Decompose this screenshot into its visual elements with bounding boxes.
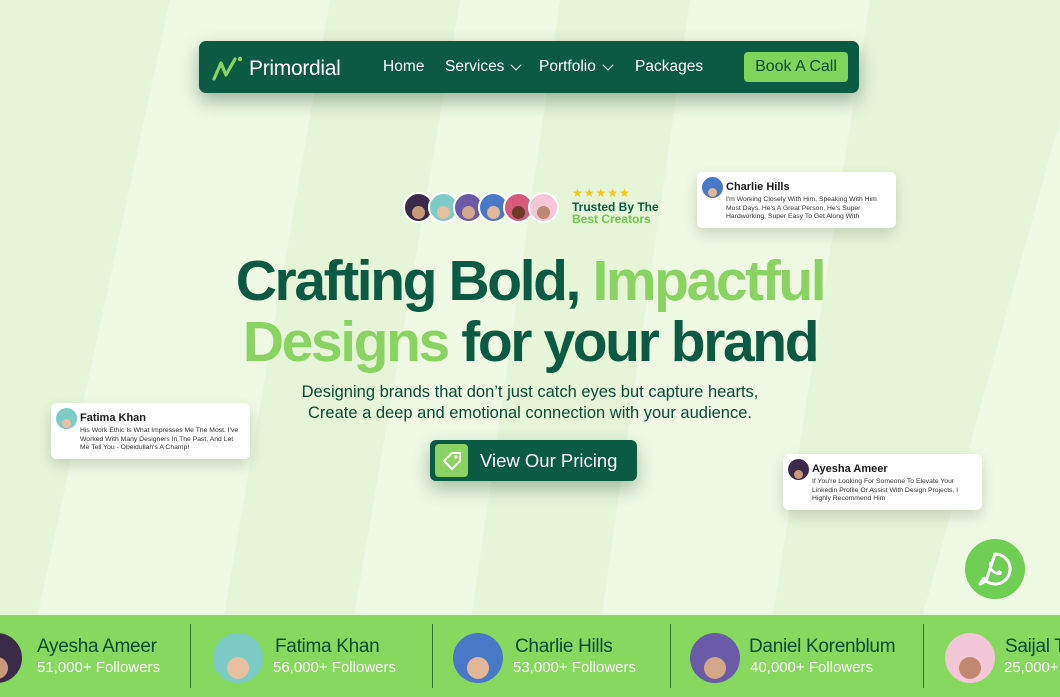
testimonial-card: Charlie Hills I'm Working Closely With H… xyxy=(697,172,896,228)
price-tag-icon xyxy=(435,444,468,477)
creator-name: Ayesha Ameer xyxy=(37,636,157,657)
creator-name: Charlie Hills xyxy=(515,636,613,657)
testimonial-name: Fatima Khan xyxy=(80,412,147,424)
testimonial-name: Charlie Hills xyxy=(726,181,790,193)
creator-strip: Ayesha Ameer 51,000+ Followers Fatima Kh… xyxy=(0,615,1060,697)
headline-accent-text: Designs xyxy=(242,310,450,374)
hero-subtitle-line1: Designing brands that don’t just catch e… xyxy=(301,383,759,401)
view-pricing-label: View Our Pricing xyxy=(480,449,618,471)
hero-headline-line1: Crafting Bold, Impactful xyxy=(0,253,1060,310)
avatar xyxy=(56,408,77,429)
creator-name: Fatima Khan xyxy=(275,636,380,657)
brand-name: Primordial xyxy=(249,57,341,80)
view-pricing-button[interactable]: View Our Pricing xyxy=(430,440,637,481)
testimonial-quote: I'm Working Closely With Him, Speaking W… xyxy=(726,196,877,220)
creator-followers: 51,000+ Followers xyxy=(37,659,160,676)
nav-services[interactable]: Services xyxy=(445,58,523,76)
testimonial-name: Ayesha Ameer xyxy=(812,463,888,475)
hero-headline-line2: Designs for your brand xyxy=(0,314,1060,371)
avatar xyxy=(945,633,995,683)
rating-stars: ★★★★★ xyxy=(572,186,631,200)
divider xyxy=(923,624,924,688)
divider xyxy=(190,624,191,688)
nav-portfolio[interactable]: Portfolio xyxy=(539,58,614,76)
avatar xyxy=(702,177,723,198)
nav-portfolio-label: Portfolio xyxy=(539,58,596,75)
divider xyxy=(670,624,671,688)
primordial-logo-icon xyxy=(212,56,243,81)
whatsapp-icon xyxy=(978,552,1012,586)
creator-avatar-group xyxy=(403,192,559,223)
testimonial-card: Ayesha Ameer If You're Looking For Someo… xyxy=(783,454,982,510)
avatar xyxy=(690,633,740,683)
book-a-call-button[interactable]: Book A Call xyxy=(744,52,848,82)
creator-name: Saijal T xyxy=(1005,636,1060,657)
nav-home[interactable]: Home xyxy=(383,58,424,76)
chevron-down-icon xyxy=(510,58,523,71)
testimonial-quote: If You're Looking For Someone To Elevate… xyxy=(812,478,959,502)
creator-followers: 53,000+ Followers xyxy=(513,659,636,676)
testimonial-card: Fatima Khan His Work Ethic Is What Impre… xyxy=(51,403,250,459)
nav-packages-label: Packages xyxy=(635,58,704,75)
nav-packages[interactable]: Packages xyxy=(635,58,703,76)
brand-logo[interactable]: Primordial xyxy=(211,55,341,83)
avatar xyxy=(213,633,263,683)
headline-accent-text: Impactful xyxy=(592,249,826,313)
creator-followers: 56,000+ Followers xyxy=(273,659,396,676)
headline-dark-text: for your brand xyxy=(447,310,819,374)
testimonial-quote: His Work Ethic Is What Impresses Me The … xyxy=(80,427,239,451)
chevron-down-icon xyxy=(602,58,614,71)
avatar xyxy=(788,459,809,480)
whatsapp-button[interactable] xyxy=(965,539,1025,599)
top-navbar: Primordial Home Services Portfolio Packa… xyxy=(199,41,859,93)
nav-home-label: Home xyxy=(383,58,425,75)
avatar xyxy=(453,633,503,683)
nav-services-label: Services xyxy=(445,58,505,75)
avatar xyxy=(528,192,559,223)
avatar xyxy=(0,633,22,683)
creator-followers: 40,000+ Followers xyxy=(750,659,873,676)
creator-followers: 25,000+ xyxy=(1004,659,1059,676)
creator-name: Daniel Korenblum xyxy=(749,636,896,657)
headline-dark-text: Crafting Bold, xyxy=(235,249,593,313)
divider xyxy=(432,624,433,688)
best-creators-label: Best Creators xyxy=(572,212,651,226)
